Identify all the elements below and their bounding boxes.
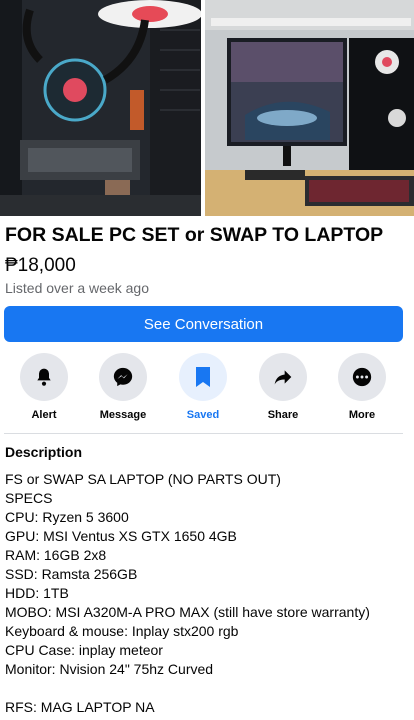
description-line: GPU: MSI Ventus XS GTX 1650 4GB <box>5 528 237 544</box>
share-label: Share <box>267 409 299 421</box>
bookmark-icon <box>179 353 227 401</box>
pc-internals-image <box>0 0 201 216</box>
description-line: RAM: 16GB 2x8 <box>5 547 107 563</box>
description-line: MOBO: MSI A320M-A PRO MAX (still have st… <box>5 604 370 620</box>
saved-label: Saved <box>186 409 220 421</box>
listing-title: FOR SALE PC SET or SWAP TO LAPTOP <box>5 224 384 246</box>
desk-setup-image <box>205 0 414 216</box>
message-button[interactable]: Message <box>83 353 163 421</box>
more-button[interactable]: More <box>322 353 402 421</box>
description-line: FS or SWAP SA LAPTOP (NO PARTS OUT) <box>5 471 281 487</box>
listing-photos <box>0 0 414 216</box>
section-divider <box>4 433 403 434</box>
listing-price: ₱18,000 <box>5 255 76 276</box>
action-bar: Alert Message Saved Share More <box>0 353 414 425</box>
listing-photo-pc-internals[interactable] <box>0 0 201 216</box>
description-line: SSD: Ramsta 256GB <box>5 566 138 582</box>
listing-photo-desk-setup[interactable] <box>205 0 414 216</box>
description-line: CPU: Ryzen 5 3600 <box>5 509 129 525</box>
more-dots-icon <box>338 353 386 401</box>
see-conversation-button[interactable]: See Conversation <box>4 306 403 342</box>
description-blank-line <box>5 679 405 698</box>
description-line: SPECS <box>5 490 53 506</box>
message-label: Message <box>99 409 147 421</box>
description-heading: Description <box>5 444 83 460</box>
alert-button[interactable]: Alert <box>4 353 84 421</box>
messenger-icon <box>99 353 147 401</box>
description-line: HDD: 1TB <box>5 585 69 601</box>
alert-label: Alert <box>31 409 57 421</box>
listing-time: Listed over a week ago <box>5 280 149 296</box>
description-line: Monitor: Nvision 24" 75hz Curved <box>5 661 214 677</box>
share-button[interactable]: Share <box>243 353 323 421</box>
description-line: Keyboard & mouse: Inplay stx200 rgb <box>5 623 239 639</box>
description-line: RFS: MAG LAPTOP NA <box>5 699 155 715</box>
description-body: FS or SWAP SA LAPTOP (NO PARTS OUT) SPEC… <box>5 470 405 717</box>
description-line: CPU Case: inplay meteor <box>5 642 163 658</box>
saved-button[interactable]: Saved <box>163 353 243 421</box>
more-label: More <box>348 409 376 421</box>
share-arrow-icon <box>259 353 307 401</box>
bell-icon <box>20 353 68 401</box>
